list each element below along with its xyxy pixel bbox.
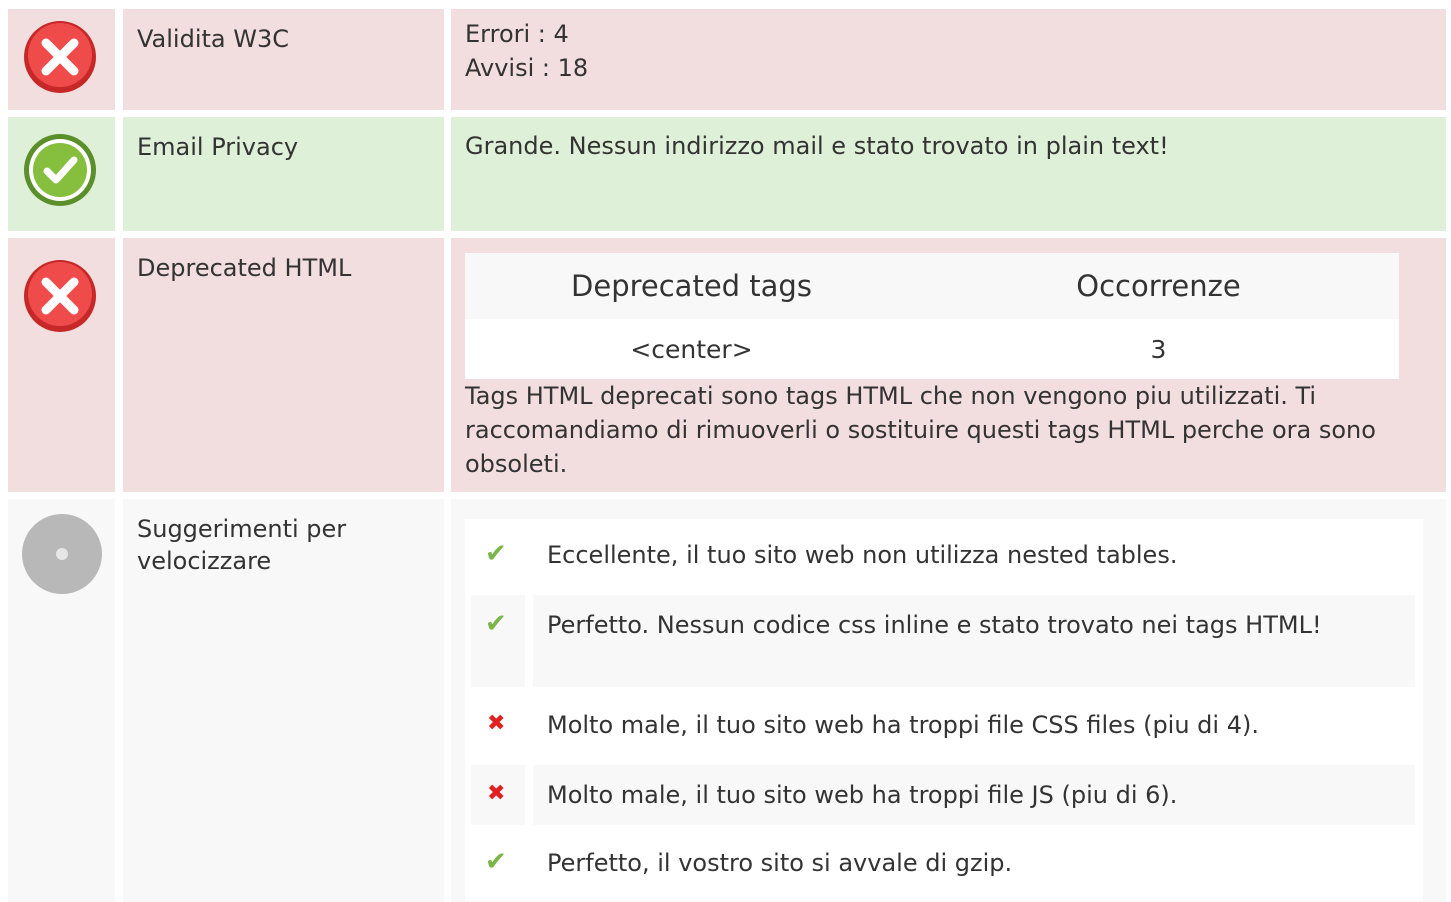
speed-tips-row: Suggerimenti per velocizzare ✔ Eccellent… (0, 499, 1451, 902)
status-cell (8, 9, 115, 110)
w3c-validity-row: Validita W3C Errori : 4 Avvisi : 18 (0, 9, 1451, 110)
list-item-text: Molto male, il tuo sito web ha troppi fi… (533, 765, 1415, 825)
list-item: ✖ Molto male, il tuo sito web ha troppi … (471, 695, 1415, 757)
list-item: ✔ Perfetto, il vostro sito si avvale di … (471, 833, 1415, 895)
status-cell (8, 117, 115, 231)
row-label: Suggerimenti per velocizzare (123, 499, 444, 902)
list-item-text: Molto male, il tuo sito web ha troppi fi… (547, 711, 1259, 739)
neutral-dot-circle-icon (21, 513, 103, 595)
status-cell (8, 238, 115, 492)
column-header-tags: Deprecated tags (571, 269, 812, 303)
row-label: Email Privacy (123, 117, 444, 231)
check-mark-icon: ✔ (485, 539, 507, 569)
email-privacy-result: Grande. Nessun indirizzo mail e stato tr… (451, 117, 1446, 231)
speed-tips-list: ✔ Eccellente, il tuo sito web non utiliz… (465, 519, 1423, 901)
deprecated-html-row: Deprecated HTML Deprecated tags Occorren… (0, 238, 1451, 492)
row-label: Validita W3C (123, 9, 444, 110)
check-circle-icon (22, 132, 98, 208)
warnings-count: Avvisi : 18 (465, 54, 589, 82)
error-x-circle-icon (22, 19, 98, 95)
deprecated-details: Deprecated tags Occorrenze <center> 3 Ta… (451, 238, 1446, 492)
x-mark-icon: ✖ (487, 711, 506, 736)
status-cell (8, 499, 115, 902)
row-label: Deprecated HTML (123, 238, 444, 492)
deprecated-tag-cell: <center> (630, 334, 753, 364)
check-mark-icon: ✔ (485, 609, 507, 639)
list-item: ✔ Eccellente, il tuo sito web non utiliz… (471, 525, 1415, 587)
list-item-text: Eccellente, il tuo sito web non utilizza… (547, 541, 1178, 569)
x-mark-icon: ✖ (487, 781, 506, 806)
list-item-text: Perfetto, il vostro sito si avvale di gz… (547, 849, 1013, 877)
list-item: ✔ Perfetto. Nessun codice css inline e s… (471, 595, 1415, 687)
check-mark-icon: ✔ (485, 847, 507, 877)
error-x-circle-icon (22, 258, 98, 334)
list-item: ✖ Molto male, il tuo sito web ha troppi … (471, 765, 1415, 825)
email-privacy-row: Email Privacy Grande. Nessun indirizzo m… (0, 117, 1451, 231)
occurrences-cell: 3 (1150, 334, 1167, 364)
errors-count: Errori : 4 (465, 20, 569, 48)
speed-tips-details: ✔ Eccellente, il tuo sito web non utiliz… (451, 499, 1446, 902)
table-row: <center> 3 (465, 319, 1399, 379)
deprecated-description: Tags HTML deprecati sono tags HTML che n… (465, 382, 1376, 478)
table-header: Deprecated tags Occorrenze (465, 253, 1399, 319)
column-header-occurrences: Occorrenze (1076, 269, 1241, 303)
list-item-text: Perfetto. Nessun codice css inline e sta… (533, 595, 1415, 687)
deprecated-tags-table: Deprecated tags Occorrenze <center> 3 (465, 253, 1399, 379)
w3c-results: Errori : 4 Avvisi : 18 (451, 9, 1446, 110)
